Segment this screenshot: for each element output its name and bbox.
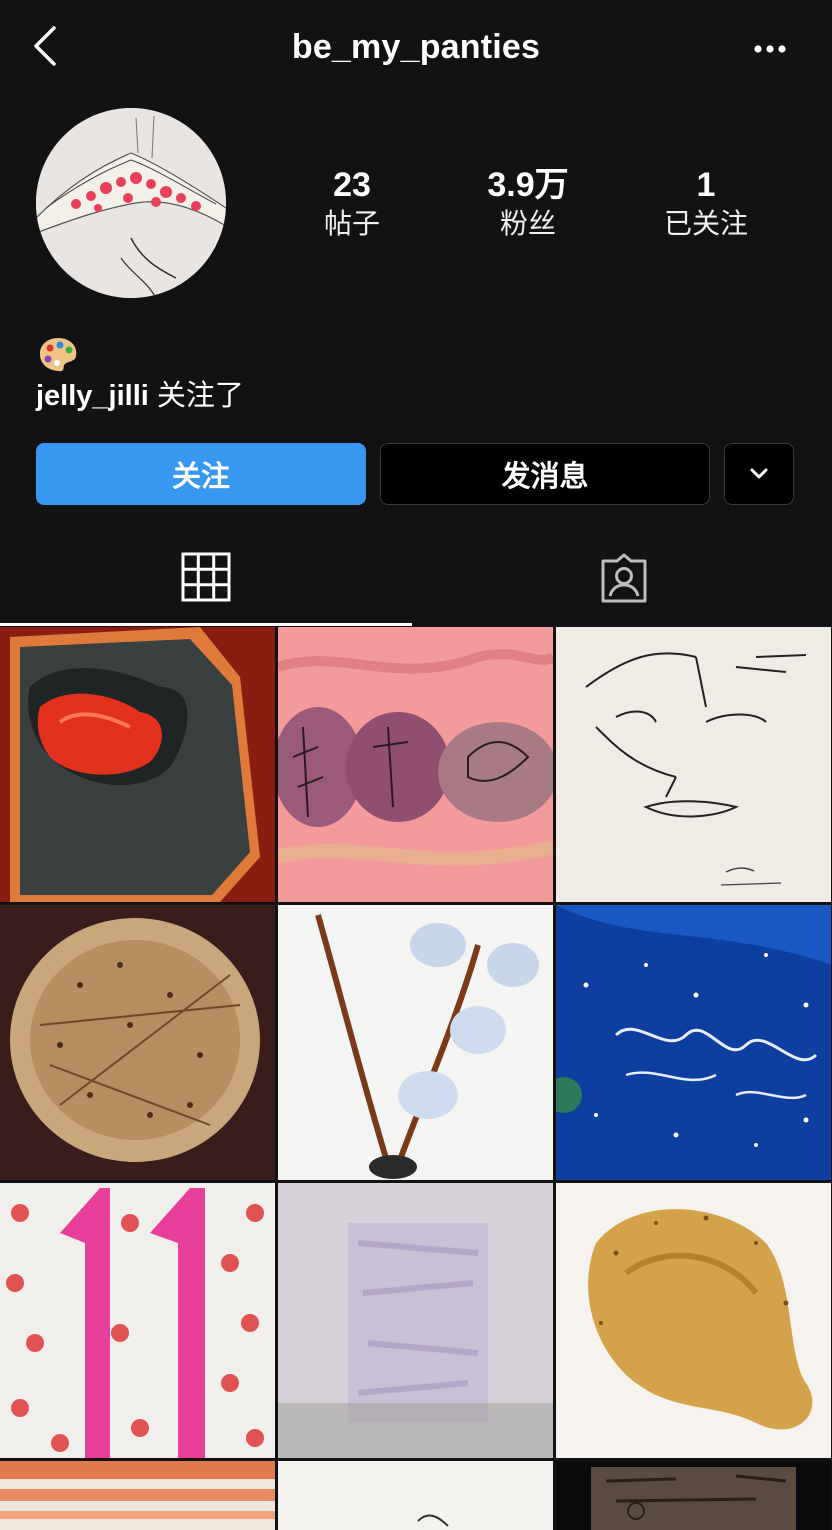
followed-by-suffix: 关注了 [156, 380, 244, 412]
post-thumbnail[interactable] [0, 905, 275, 1180]
stat-following[interactable]: 1 已关注 [626, 164, 786, 242]
post-thumbnail[interactable] [0, 1461, 275, 1530]
post-thumbnail[interactable] [278, 1461, 553, 1530]
follow-button[interactable]: 关注 [36, 443, 366, 505]
tagged-icon [601, 553, 647, 603]
stat-value: 3.9万 [487, 166, 569, 204]
grid-icon [181, 552, 231, 601]
top-bar: be_my_panties [0, 0, 832, 96]
stat-value: 1 [696, 166, 716, 204]
post-thumbnail[interactable] [0, 1183, 275, 1458]
post-thumbnail[interactable] [0, 627, 275, 902]
stat-label: 粉丝 [499, 208, 556, 239]
stat-followers[interactable]: 3.9万 粉丝 [448, 164, 608, 242]
followed-by-text[interactable]: jelly_jilli 关注了 [36, 372, 244, 414]
stat-label: 已关注 [663, 208, 748, 239]
tab-tagged[interactable] [416, 530, 832, 626]
stat-label: 帖子 [323, 208, 380, 239]
stat-posts[interactable]: 23 帖子 [272, 164, 432, 242]
message-button[interactable]: 发消息 [380, 443, 710, 505]
post-thumbnail[interactable] [278, 905, 553, 1180]
post-thumbnail[interactable] [556, 1461, 831, 1530]
username-title: be_my_panties [291, 28, 541, 66]
post-thumbnail[interactable] [556, 905, 831, 1180]
followed-by-user[interactable]: jelly_jilli [36, 380, 149, 412]
suggested-dropdown-button[interactable] [724, 443, 794, 505]
stat-value: 23 [333, 166, 371, 204]
post-thumbnail[interactable] [556, 627, 831, 902]
post-thumbnail[interactable] [278, 1183, 553, 1458]
more-options-icon[interactable] [748, 34, 792, 64]
profile-tabs [0, 530, 832, 626]
post-thumbnail[interactable] [278, 627, 553, 902]
profile-avatar[interactable] [36, 108, 226, 298]
tab-posts-grid[interactable] [0, 530, 412, 626]
palette-emoji-icon [36, 334, 80, 374]
chevron-down-icon [750, 468, 768, 479]
post-thumbnail[interactable] [556, 1183, 831, 1458]
